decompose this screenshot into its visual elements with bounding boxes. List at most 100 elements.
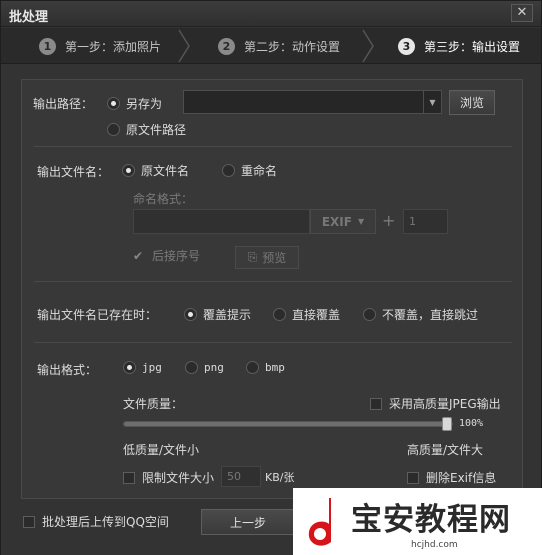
- close-button[interactable]: ✕: [511, 4, 533, 22]
- radio-overwrite-prompt[interactable]: 覆盖提示: [184, 306, 251, 323]
- output-filename-label: 输出文件名：: [37, 165, 110, 179]
- radio-dot: [123, 361, 136, 374]
- title-bar: 批处理 ✕: [1, 1, 541, 27]
- settings-panel: 输出路径： 另存为 ▼ 浏览 原文件路径 输出文件名： 原文件名 重命名 命名格…: [21, 79, 523, 499]
- radio-rename-label: 重命名: [241, 164, 278, 178]
- radio-dot: [185, 361, 198, 374]
- radio-original-path[interactable]: 原文件路径: [107, 121, 186, 138]
- radio-dot: [273, 308, 286, 321]
- radio-skip[interactable]: 不覆盖，直接跳过: [363, 306, 478, 323]
- check-icon: ✔: [133, 248, 144, 263]
- naming-format-input[interactable]: [133, 209, 310, 234]
- watermark-url: hcjhd.com: [411, 540, 458, 550]
- chevron-right-icon: [361, 28, 375, 64]
- step-2-label: 第二步：动作设置: [244, 39, 341, 54]
- radio-rename[interactable]: 重命名: [222, 162, 277, 179]
- upload-qq-label: 批处理后上传到QQ空间: [42, 515, 169, 529]
- checkbox-box: [370, 397, 382, 410]
- plus-icon: +: [382, 211, 396, 230]
- watermark-logo-icon: [303, 494, 343, 550]
- output-path-combo[interactable]: ▼: [183, 90, 442, 114]
- radio-save-as-label: 另存为: [126, 97, 163, 111]
- step-3[interactable]: 3 第三步：输出设置: [398, 28, 520, 64]
- radio-original-filename-label: 原文件名: [141, 164, 190, 178]
- limit-size-checkbox[interactable]: 限制文件大小: [123, 469, 214, 486]
- radio-jpg-label: jpg: [142, 361, 162, 374]
- append-seq-checkbox[interactable]: ✔ 后接序号: [133, 247, 200, 264]
- radio-original-path-label: 原文件路径: [126, 123, 187, 137]
- start-number-input[interactable]: 1: [403, 209, 448, 234]
- step-1[interactable]: 1 第一步：添加照片: [39, 28, 161, 64]
- radio-dot: [222, 164, 235, 177]
- start-number-value: 1: [409, 215, 416, 228]
- step-2[interactable]: 2 第二步：动作设置: [218, 28, 340, 64]
- preview-icon: ⎘: [247, 250, 258, 264]
- chevron-right-icon: [177, 28, 191, 64]
- radio-dot: [107, 123, 120, 136]
- divider: [34, 146, 512, 147]
- radio-overwrite-label: 直接覆盖: [292, 308, 341, 322]
- preview-button[interactable]: ⎘ 预览: [235, 246, 299, 269]
- prev-step-label: 上一步: [229, 515, 266, 530]
- quality-slider-fill: [124, 422, 452, 426]
- batch-dialog: 批处理 ✕ 1 第一步：添加照片 2 第二步：动作设置 3 第三步：输出设置 输…: [0, 0, 542, 555]
- quality-value: 100%: [459, 418, 484, 429]
- step-bar: 1 第一步：添加照片 2 第二步：动作设置 3 第三步：输出设置: [1, 28, 541, 64]
- chevron-down-icon[interactable]: ▼: [423, 91, 441, 113]
- divider: [34, 281, 512, 282]
- radio-overwrite[interactable]: 直接覆盖: [273, 306, 340, 323]
- radio-overwrite-prompt-label: 覆盖提示: [203, 308, 252, 322]
- limit-size-label: 限制文件大小: [142, 471, 215, 485]
- hq-jpeg-checkbox[interactable]: 采用高质量JPEG输出: [370, 395, 501, 412]
- high-quality-label: 高质量/文件大: [407, 443, 484, 457]
- upload-qq-checkbox[interactable]: 批处理后上传到QQ空间: [23, 513, 169, 530]
- file-exists-label: 输出文件名已存在时：: [37, 308, 158, 322]
- limit-size-input[interactable]: 50: [221, 466, 261, 487]
- output-path-label: 输出路径：: [33, 97, 94, 111]
- quality-slider[interactable]: [123, 417, 453, 431]
- naming-format-label: 命名格式：: [133, 192, 194, 206]
- browse-button[interactable]: 浏览: [449, 90, 495, 115]
- radio-skip-label: 不覆盖，直接跳过: [382, 308, 479, 322]
- exif-dropdown-label: EXIF: [321, 214, 352, 229]
- radio-bmp-label: bmp: [265, 361, 285, 374]
- limit-size-unit: KB/张: [265, 471, 295, 484]
- output-format-label: 输出格式：: [37, 363, 98, 377]
- close-icon: ✕: [516, 5, 528, 20]
- step-2-number: 2: [218, 37, 235, 55]
- radio-jpg[interactable]: jpg: [123, 361, 162, 374]
- quality-slider-handle[interactable]: [442, 417, 452, 431]
- radio-original-filename[interactable]: 原文件名: [122, 162, 189, 179]
- limit-size-value: 50: [227, 470, 241, 483]
- low-quality-label: 低质量/文件小: [123, 443, 200, 457]
- step-1-label: 第一步：添加照片: [65, 39, 162, 54]
- watermark-text: 宝安教程网: [351, 502, 511, 538]
- browse-button-label: 浏览: [459, 96, 484, 110]
- delete-exif-checkbox[interactable]: 删除Exif信息: [407, 469, 496, 486]
- hq-jpeg-label: 采用高质量JPEG输出: [389, 397, 501, 411]
- radio-png[interactable]: png: [185, 361, 224, 374]
- append-seq-label: 后接序号: [152, 249, 201, 263]
- checkbox-box: [123, 471, 135, 484]
- prev-step-button[interactable]: 上一步: [201, 509, 295, 535]
- step-1-number: 1: [39, 37, 56, 55]
- delete-exif-label: 删除Exif信息: [426, 471, 497, 485]
- checkbox-box: [23, 515, 35, 528]
- checkbox-box: [407, 471, 419, 484]
- radio-save-as[interactable]: 另存为: [107, 95, 162, 112]
- window-title: 批处理: [9, 10, 49, 25]
- watermark: 宝安教程网 hcjhd.com: [293, 488, 542, 555]
- step-3-label: 第三步：输出设置: [424, 39, 521, 54]
- step-3-number: 3: [398, 37, 415, 55]
- radio-dot: [184, 308, 197, 321]
- preview-button-label: 预览: [262, 251, 287, 265]
- divider: [34, 342, 512, 343]
- radio-png-label: png: [204, 361, 224, 374]
- exif-dropdown[interactable]: EXIF ▼: [310, 209, 376, 234]
- radio-dot: [246, 361, 259, 374]
- radio-dot: [122, 164, 135, 177]
- chevron-down-icon: ▼: [357, 217, 365, 226]
- radio-dot: [107, 97, 120, 110]
- radio-bmp[interactable]: bmp: [246, 361, 285, 374]
- radio-dot: [363, 308, 376, 321]
